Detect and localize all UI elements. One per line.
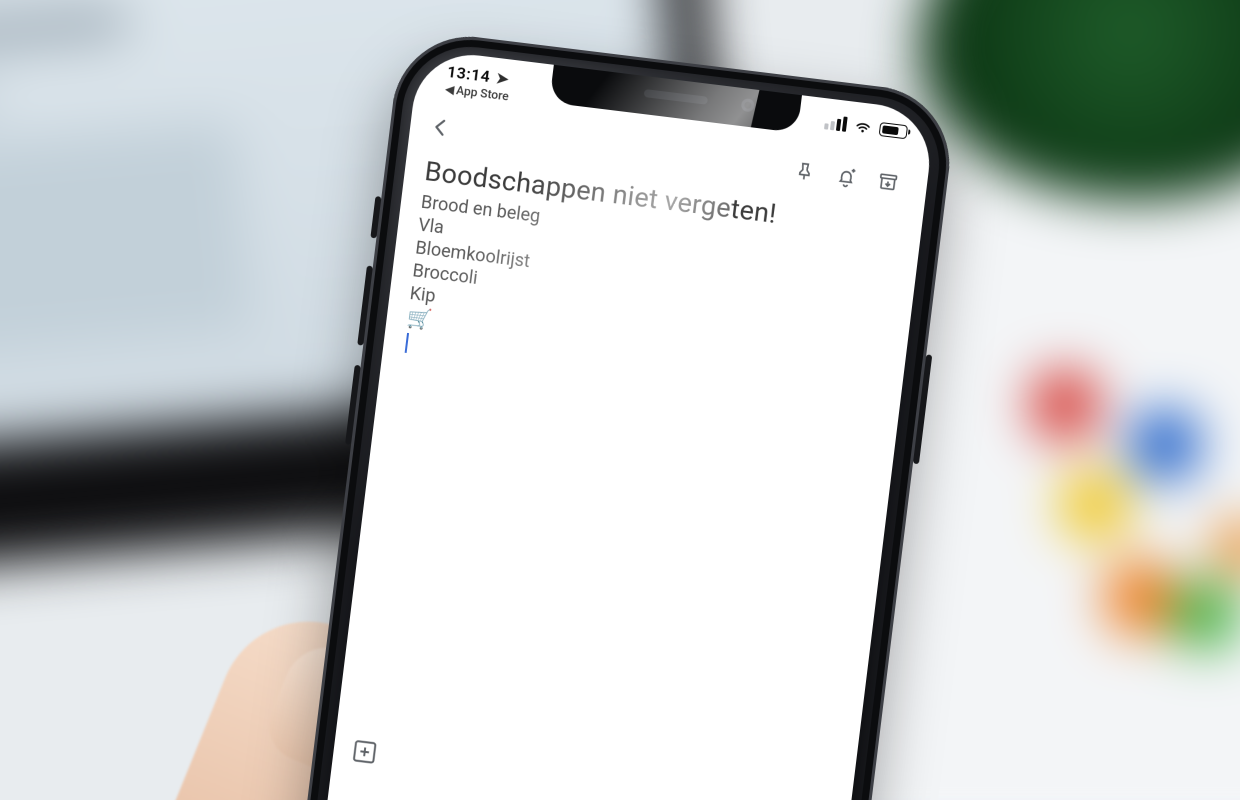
back-button[interactable] [418, 105, 463, 150]
phone-screen: 13:14 ➤ ◀ App Store [307, 48, 936, 800]
text-cursor [405, 333, 409, 353]
bell-add-icon [834, 165, 859, 190]
archive-icon [876, 170, 901, 195]
candy-red [1030, 370, 1100, 440]
archive-button[interactable] [865, 159, 912, 206]
chevron-left-icon [427, 114, 454, 141]
candy-orange [1104, 560, 1180, 636]
pin-icon [792, 160, 817, 185]
candy-yellow [1060, 470, 1130, 540]
undo-redo-row [326, 771, 847, 800]
notes-app: Boodschappen niet vergeten! Brood en bel… [307, 48, 936, 800]
candy-blue [1130, 410, 1200, 480]
candy-green [1170, 580, 1240, 650]
pin-button[interactable] [781, 149, 828, 196]
reminder-button[interactable] [823, 154, 870, 201]
add-content-button[interactable] [350, 737, 383, 770]
photo-scene: 13:14 ➤ ◀ App Store [0, 0, 1240, 800]
add-box-icon [350, 737, 379, 766]
